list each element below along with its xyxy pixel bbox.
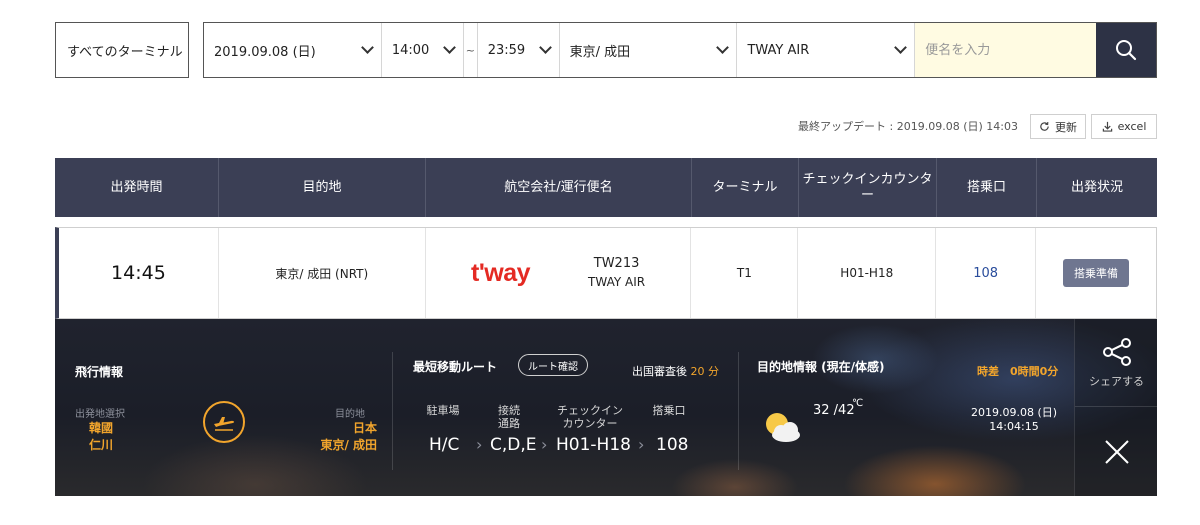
excel-label: excel — [1117, 120, 1147, 133]
header-terminal: ターミナル — [692, 158, 799, 217]
destination-value: 東京/ 成田 — [569, 44, 631, 60]
origin-city: 仁川 — [89, 438, 114, 452]
temperature: 32 /42 — [813, 403, 855, 418]
time-from-value: 14:00 — [391, 42, 430, 58]
partly-cloudy-icon — [761, 409, 805, 449]
date-value: 2019.09.08 (日) — [214, 44, 316, 60]
terminal-select-value: すべてのターミナル — [67, 44, 183, 60]
share-icon — [1102, 337, 1131, 366]
time-range-separator: ~ — [464, 23, 478, 77]
airline-select[interactable]: TWAY AIR — [737, 23, 916, 77]
route-step-value: C,D,E — [490, 435, 537, 455]
route-step-label: 搭乗口 — [652, 404, 686, 417]
destination-city: 東京/ 成田 — [320, 438, 377, 452]
destination-date: 2019.09.08 (日) — [970, 406, 1058, 419]
share-label: シェアする — [1089, 374, 1144, 388]
route-check-button[interactable]: ルート確認 — [518, 354, 588, 376]
header-airline-flight: 航空会社/運行便名 — [426, 158, 692, 217]
search-icon — [1116, 40, 1137, 61]
time-to-value: 23:59 — [487, 42, 526, 58]
immigration-time: 20 分 — [690, 365, 720, 378]
route-step-value: H/C — [429, 435, 460, 455]
filter-bar: 2019.09.08 (日) 14:00 ~ 23:59 東京/ 成田 TWAY… — [203, 22, 1157, 78]
destination-label: 目的地 — [335, 409, 365, 420]
tway-logo: t'way — [471, 258, 531, 287]
refresh-button[interactable]: 更新 — [1030, 114, 1086, 139]
action-column: シェアする — [1074, 319, 1157, 496]
header-checkin-counter: チェックインカウンター — [799, 158, 937, 217]
section-divider — [738, 352, 739, 470]
chevron-down-icon — [894, 41, 908, 54]
flight-info: TW213 TWAY AIR — [588, 256, 645, 289]
close-button[interactable] — [1075, 407, 1157, 496]
time-to-select[interactable]: 23:59 — [478, 23, 560, 77]
header-departure-time: 出発時間 — [55, 158, 219, 217]
route-step-label: 駐車場 — [426, 404, 460, 417]
destination-country: 日本 — [352, 421, 377, 435]
departure-time: 14:45 — [59, 228, 219, 318]
close-icon — [1104, 439, 1129, 464]
immigration-label: 出国審査後 — [632, 365, 687, 378]
terminal-cell: T1 — [691, 228, 799, 318]
time-from-select[interactable]: 14:00 — [382, 23, 464, 77]
destination-info-title: 目的地情報 (現在/体感) — [757, 360, 885, 374]
chevron-right-icon: › — [638, 435, 645, 454]
immigration-info: 出国審査後 20 分 — [632, 363, 719, 379]
chevron-down-icon — [360, 41, 374, 54]
date-select[interactable]: 2019.09.08 (日) — [204, 23, 382, 77]
chevron-down-icon — [538, 41, 552, 54]
search-button[interactable] — [1096, 23, 1156, 77]
section-divider — [392, 352, 393, 470]
flight-number: TW213 — [593, 256, 640, 272]
download-icon — [1102, 121, 1112, 132]
gate-cell: 108 — [936, 228, 1037, 318]
origin-label: 出発地選択 — [75, 409, 125, 420]
airline-cell: t'way TW213 TWAY AIR — [426, 228, 692, 318]
table-row[interactable]: 14:45 東京/ 成田 (NRT) t'way TW213 TWAY AIR … — [55, 227, 1157, 319]
checkin-counter-cell: H01-H18 — [798, 228, 937, 318]
flight-number-field — [915, 23, 1097, 77]
gate-value: 108 — [973, 265, 999, 281]
flight-detail-panel: 飛行情報 出発地選択 韓國 仁川 目的地 日本 東京/ 成田 最短移動ルート ル… — [55, 319, 1157, 496]
airline-value: TWAY AIR — [747, 42, 810, 58]
temperature-unit: ℃ — [852, 398, 864, 409]
route-step-label: 接続 通路 — [498, 404, 520, 430]
chevron-down-icon — [716, 41, 730, 54]
table-header: 出発時間 目的地 航空会社/運行便名 ターミナル チェックインカウンター 搭乗口… — [55, 158, 1157, 217]
route-step-label: チェックイン カウンター — [557, 404, 623, 430]
chevron-right-icon: › — [541, 435, 548, 454]
time-difference: 時差 0時間0分 — [977, 365, 1059, 378]
flight-number-input[interactable] — [915, 23, 1097, 77]
refresh-label: 更新 — [1055, 120, 1077, 134]
share-button[interactable]: シェアする — [1075, 319, 1157, 407]
airline-name: TWAY AIR — [588, 274, 646, 289]
excel-download-button[interactable]: excel — [1091, 114, 1157, 139]
refresh-icon — [1040, 122, 1049, 131]
status-cell: 搭乗準備 — [1036, 228, 1156, 318]
chevron-down-icon — [442, 41, 456, 54]
terminal-select[interactable]: すべてのターミナル — [55, 22, 189, 78]
route-step-value: H01-H18 — [556, 435, 631, 455]
origin-country: 韓國 — [89, 421, 114, 435]
destination-cell: 東京/ 成田 (NRT) — [219, 228, 426, 318]
chevron-right-icon: › — [476, 435, 483, 454]
last-update-text: 最終アップデート : 2019.09.08 (日) 14:03 — [798, 120, 1018, 133]
header-gate: 搭乗口 — [937, 158, 1037, 217]
flight-info-title: 飛行情報 — [75, 365, 124, 379]
destination-select[interactable]: 東京/ 成田 — [560, 23, 738, 77]
header-destination: 目的地 — [219, 158, 426, 217]
header-status: 出発状況 — [1070, 179, 1123, 195]
route-title: 最短移動ルート — [413, 360, 498, 374]
status-badge: 搭乗準備 — [1063, 259, 1130, 287]
route-step-value: 108 — [656, 435, 689, 455]
takeoff-plane-icon — [203, 401, 245, 443]
destination-time: 14:04:15 — [989, 420, 1039, 433]
